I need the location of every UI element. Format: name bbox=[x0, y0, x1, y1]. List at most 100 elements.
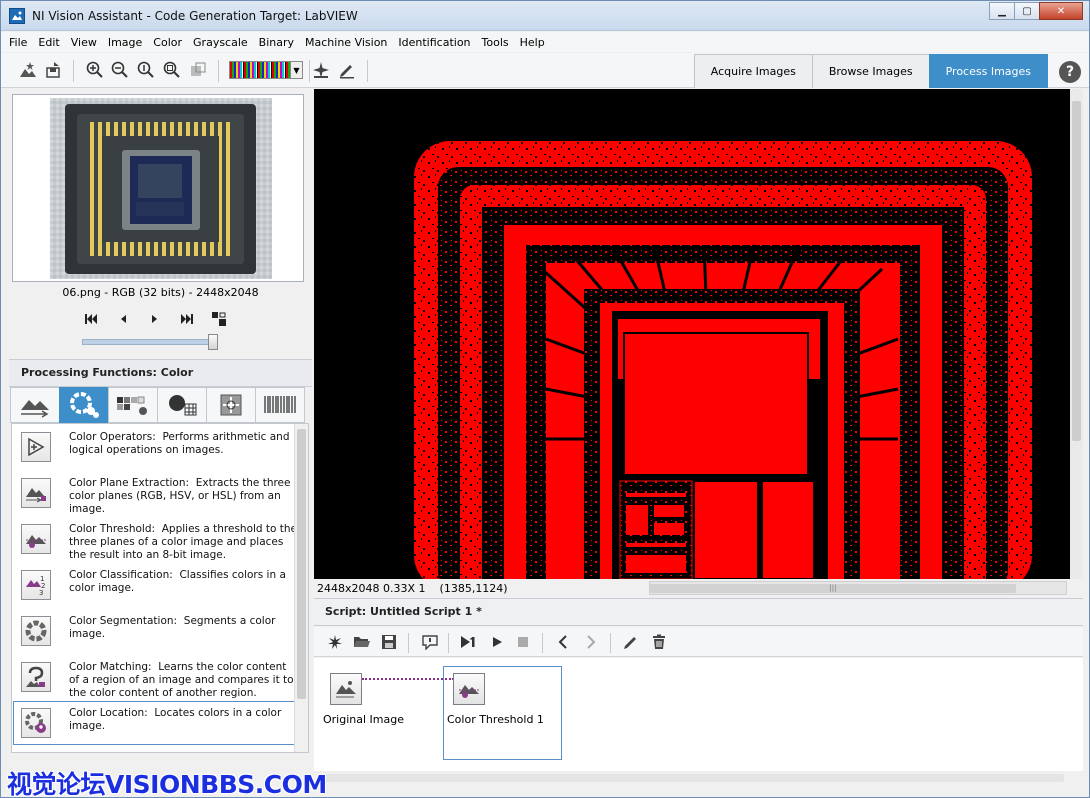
menu-bar: File Edit View Image Color Grayscale Bin… bbox=[1, 32, 1089, 52]
tab-binary-functions[interactable] bbox=[157, 387, 207, 423]
annotate-pen-icon[interactable] bbox=[336, 59, 358, 81]
script-scroll-thumb[interactable] bbox=[324, 774, 1064, 782]
menu-machine-vision[interactable]: Machine Vision bbox=[305, 36, 387, 49]
left-pane: 06.png - RGB (32 bits) - 2448x2048 Proce… bbox=[9, 89, 312, 771]
menu-help[interactable]: Help bbox=[520, 36, 545, 49]
zoom-fit-icon[interactable] bbox=[161, 59, 183, 81]
function-name: Color Segmentation: bbox=[69, 615, 178, 627]
list-item-color-classification[interactable]: 123 Color Classification: Classifies col… bbox=[12, 562, 308, 608]
cursor-coords-readout: (1385,1124) bbox=[439, 581, 508, 595]
image-sparkle-icon[interactable] bbox=[310, 59, 332, 81]
app-icon bbox=[9, 8, 25, 24]
color-classification-icon: 123 bbox=[21, 570, 51, 600]
image-slider-track[interactable] bbox=[82, 339, 217, 345]
function-list-scrollbar[interactable] bbox=[294, 424, 308, 752]
window-title: NI Vision Assistant - Code Generation Ta… bbox=[32, 9, 358, 23]
menu-tools[interactable]: Tools bbox=[482, 36, 509, 49]
previous-image-icon[interactable] bbox=[113, 310, 133, 328]
tab-image-functions[interactable] bbox=[10, 387, 60, 423]
image-overlay-icon[interactable] bbox=[187, 59, 209, 81]
thumbnail-view-icon[interactable] bbox=[209, 310, 229, 328]
script-step-color-threshold[interactable]: Color Threshold 1 bbox=[446, 666, 558, 758]
tab-acquire-images[interactable]: Acquire Images bbox=[693, 54, 813, 88]
processing-function-list: Color Operators: Performs arithmetic and… bbox=[11, 423, 309, 753]
viewer-horizontal-scrollbar[interactable]: ||| bbox=[649, 581, 1067, 595]
last-image-icon[interactable] bbox=[177, 310, 197, 328]
palette-selector[interactable] bbox=[229, 61, 291, 79]
function-name: Color Classification: bbox=[69, 569, 173, 581]
list-item-color-location[interactable]: Color Location: Locates colors in a colo… bbox=[12, 700, 308, 746]
menu-color[interactable]: Color bbox=[153, 36, 182, 49]
plus-arrow-icon bbox=[21, 432, 51, 462]
zoom-1-to-1-icon[interactable] bbox=[135, 59, 157, 81]
image-viewer[interactable] bbox=[314, 89, 1070, 579]
edit-step-icon[interactable] bbox=[620, 632, 642, 652]
open-script-icon[interactable] bbox=[351, 632, 373, 652]
help-icon[interactable]: ? bbox=[1059, 61, 1081, 83]
minimize-button[interactable]: ▁ bbox=[989, 2, 1015, 20]
tab-grayscale-functions[interactable] bbox=[108, 387, 158, 423]
title-bar: NI Vision Assistant - Code Generation Ta… bbox=[1, 1, 1089, 31]
delete-step-icon[interactable] bbox=[648, 632, 670, 652]
original-image-icon bbox=[330, 673, 362, 705]
tab-process-images[interactable]: Process Images bbox=[928, 54, 1048, 88]
tab-color-functions[interactable] bbox=[59, 387, 109, 423]
first-image-icon[interactable] bbox=[81, 310, 101, 328]
tab-machine-vision-functions[interactable] bbox=[206, 387, 256, 423]
script-step-original-image[interactable]: Original Image bbox=[323, 666, 433, 758]
save-image-icon[interactable] bbox=[43, 59, 65, 81]
stop-icon[interactable] bbox=[512, 632, 534, 652]
menu-binary[interactable]: Binary bbox=[259, 36, 294, 49]
run-continuous-icon[interactable] bbox=[486, 632, 508, 652]
new-script-icon[interactable] bbox=[324, 632, 346, 652]
function-list-scroll-thumb[interactable] bbox=[297, 429, 306, 699]
save-script-icon[interactable] bbox=[378, 632, 400, 652]
color-plane-icon bbox=[21, 478, 51, 508]
viewer-vertical-scrollbar[interactable] bbox=[1070, 89, 1083, 579]
menu-image[interactable]: Image bbox=[108, 36, 142, 49]
menu-edit[interactable]: Edit bbox=[38, 36, 59, 49]
color-wheel-icon bbox=[21, 616, 51, 646]
menu-file[interactable]: File bbox=[9, 36, 27, 49]
thresholded-image bbox=[314, 89, 1070, 579]
acquire-image-icon[interactable] bbox=[17, 59, 39, 81]
image-browser-thumbnail[interactable] bbox=[12, 94, 304, 282]
tab-browse-images[interactable]: Browse Images bbox=[811, 54, 930, 88]
function-name: Color Threshold: bbox=[69, 523, 156, 535]
script-toolbar bbox=[314, 627, 1083, 657]
list-item-color-operators[interactable]: Color Operators: Performs arithmetic and… bbox=[12, 424, 308, 470]
viewer-horizontal-scroll-thumb[interactable]: ||| bbox=[650, 584, 1016, 593]
list-item-color-matching[interactable]: Color Matching: Learns the color content… bbox=[12, 654, 308, 700]
application-window: NI Vision Assistant - Code Generation Ta… bbox=[0, 0, 1090, 798]
image-info-label: 06.png - RGB (32 bits) - 2448x2048 bbox=[62, 286, 259, 299]
function-name: Color Plane Extraction: bbox=[69, 477, 190, 489]
site-watermark: 视觉论坛VISIONBBS.COM bbox=[7, 770, 327, 798]
step-label: Original Image bbox=[323, 713, 404, 726]
step-back-icon[interactable] bbox=[552, 632, 574, 652]
zoom-readout: 0.33X 1 bbox=[383, 581, 426, 595]
tab-identification-functions[interactable] bbox=[255, 387, 305, 423]
step-label: Color Threshold 1 bbox=[447, 713, 544, 726]
step-forward-icon[interactable] bbox=[580, 632, 602, 652]
chevron-down-icon[interactable]: ▼ bbox=[291, 61, 303, 79]
list-item-color-segmentation[interactable]: Color Segmentation: Segments a color ima… bbox=[12, 608, 308, 654]
run-once-icon[interactable] bbox=[458, 632, 480, 652]
color-matching-icon bbox=[21, 662, 51, 692]
script-horizontal-scrollbar[interactable] bbox=[314, 771, 1083, 785]
script-canvas[interactable]: Original Image Color Threshold 1 bbox=[314, 658, 1083, 773]
maximize-button[interactable]: ▢ bbox=[1014, 2, 1040, 20]
function-name: Color Operators: bbox=[69, 431, 156, 443]
function-name: Color Matching: bbox=[69, 661, 152, 673]
close-button[interactable]: ✕ bbox=[1039, 2, 1083, 20]
menu-view[interactable]: View bbox=[71, 36, 97, 49]
zoom-in-icon[interactable] bbox=[84, 59, 106, 81]
menu-grayscale[interactable]: Grayscale bbox=[193, 36, 248, 49]
step-info-icon[interactable] bbox=[419, 632, 441, 652]
list-item-color-plane-extraction[interactable]: Color Plane Extraction: Extracts the thr… bbox=[12, 470, 308, 516]
list-item-color-threshold[interactable]: Color Threshold: Applies a threshold to … bbox=[12, 516, 308, 562]
viewer-vertical-scroll-thumb[interactable] bbox=[1072, 101, 1081, 441]
menu-identification[interactable]: Identification bbox=[398, 36, 470, 49]
zoom-out-icon[interactable] bbox=[109, 59, 131, 81]
next-image-icon[interactable] bbox=[145, 310, 165, 328]
image-slider-handle[interactable] bbox=[208, 334, 218, 350]
